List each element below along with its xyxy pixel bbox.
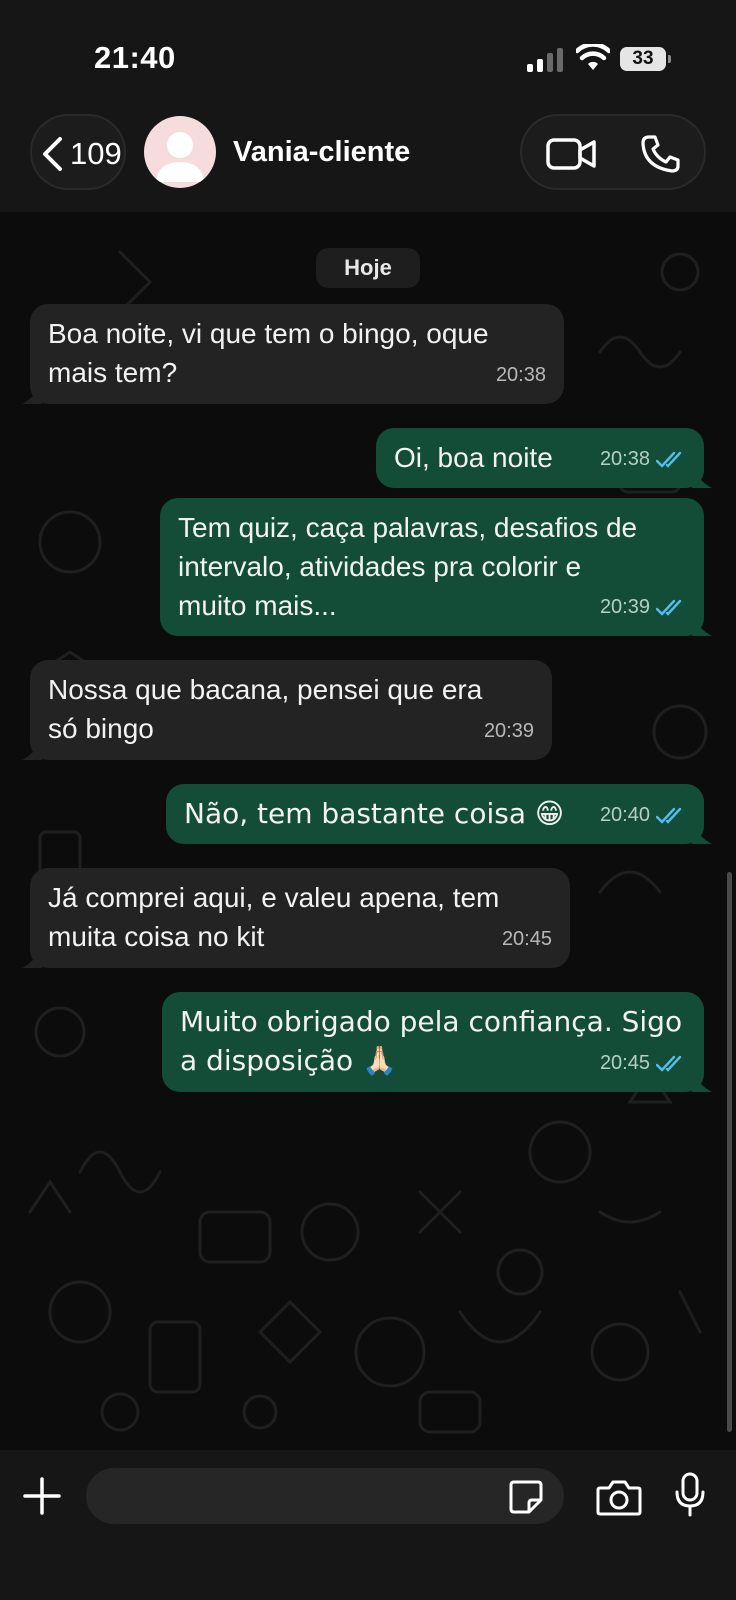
wifi-icon bbox=[576, 44, 610, 70]
message-meta: 20:39 bbox=[484, 712, 534, 751]
bubble-tail bbox=[692, 616, 712, 636]
message-bubble-incoming[interactable]: Já comprei aqui, e valeu apena, tem muit… bbox=[22, 868, 570, 968]
message-text: Já comprei aqui, e valeu apena, tem muit… bbox=[48, 882, 500, 952]
message-time: 20:45 bbox=[599, 1052, 650, 1074]
message-bubble-outgoing[interactable]: Oi, boa noite 20:38 bbox=[376, 428, 712, 488]
message-text: Oi, boa noite bbox=[394, 442, 553, 473]
double-check-read-icon bbox=[656, 599, 682, 616]
status-bar: 21:40 33 bbox=[0, 0, 736, 110]
chat-scrollbar[interactable] bbox=[727, 872, 732, 1432]
message-text: Nossa que bacana, pensei que era só bing… bbox=[48, 674, 483, 744]
message-meta: 20:38 bbox=[496, 356, 546, 395]
date-separator: Hoje bbox=[316, 248, 420, 288]
bubble-tail bbox=[22, 948, 42, 968]
microphone-icon[interactable] bbox=[674, 1472, 706, 1518]
message-meta: 20:45 bbox=[502, 920, 552, 959]
message-time: 20:45 bbox=[501, 928, 552, 950]
double-check-read-icon bbox=[656, 451, 682, 468]
message-time: 20:39 bbox=[483, 720, 534, 742]
double-check-read-icon bbox=[656, 1055, 682, 1072]
phone-icon[interactable] bbox=[640, 134, 680, 174]
message-composer bbox=[0, 1450, 736, 1600]
bubble-tail bbox=[692, 468, 712, 488]
message-text: Tem quiz, caça palavras, desafios de int… bbox=[178, 512, 638, 621]
message-meta: 20:39 bbox=[600, 588, 686, 627]
message-bubble-outgoing[interactable]: Tem quiz, caça palavras, desafios de int… bbox=[160, 498, 712, 636]
camera-icon[interactable] bbox=[596, 1478, 642, 1516]
status-time: 21:40 bbox=[94, 40, 176, 75]
message-bubble-outgoing[interactable]: Muito obrigado pela confiança. Sigo a di… bbox=[162, 992, 712, 1092]
double-check-read-icon bbox=[656, 807, 682, 824]
message-meta: 20:40 bbox=[600, 796, 686, 835]
message-bubble-incoming[interactable]: Nossa que bacana, pensei que era só bing… bbox=[22, 660, 552, 760]
message-meta: 20:38 bbox=[600, 440, 686, 479]
chevron-left-icon bbox=[43, 137, 62, 171]
default-avatar-icon bbox=[156, 132, 204, 182]
plus-icon[interactable] bbox=[22, 1476, 62, 1516]
battery-indicator: 33 bbox=[620, 47, 671, 71]
chat-header: 109 Vania-cliente bbox=[0, 110, 736, 212]
chat-area[interactable]: Hoje Boa noite, vi que tem o bingo, oque… bbox=[0, 212, 736, 1450]
message-time: 20:39 bbox=[599, 596, 650, 618]
bubble-tail bbox=[692, 824, 712, 844]
message-meta: 20:45 bbox=[600, 1044, 686, 1083]
call-actions bbox=[520, 114, 706, 190]
bubble-tail bbox=[22, 384, 42, 404]
sticker-icon[interactable] bbox=[508, 1479, 544, 1515]
cellular-signal-icon bbox=[527, 48, 563, 72]
message-bubble-incoming[interactable]: Boa noite, vi que tem o bingo, oque mais… bbox=[22, 304, 564, 404]
message-input[interactable] bbox=[86, 1468, 564, 1524]
bubble-tail bbox=[692, 1072, 712, 1092]
message-time: 20:38 bbox=[495, 364, 546, 386]
back-button[interactable]: 109 bbox=[30, 114, 126, 190]
video-camera-icon[interactable] bbox=[546, 136, 598, 172]
message-text: Não, tem bastante coisa 😁 bbox=[184, 797, 565, 830]
message-time: 20:38 bbox=[599, 448, 650, 470]
avatar[interactable] bbox=[144, 116, 216, 188]
message-bubble-outgoing[interactable]: Não, tem bastante coisa 😁 20:40 bbox=[166, 784, 712, 844]
message-text: Boa noite, vi que tem o bingo, oque mais… bbox=[48, 318, 489, 388]
unread-count: 109 bbox=[70, 136, 122, 171]
message-time: 20:40 bbox=[599, 804, 650, 826]
contact-name[interactable]: Vania-cliente bbox=[233, 136, 410, 169]
bubble-tail bbox=[22, 740, 42, 760]
